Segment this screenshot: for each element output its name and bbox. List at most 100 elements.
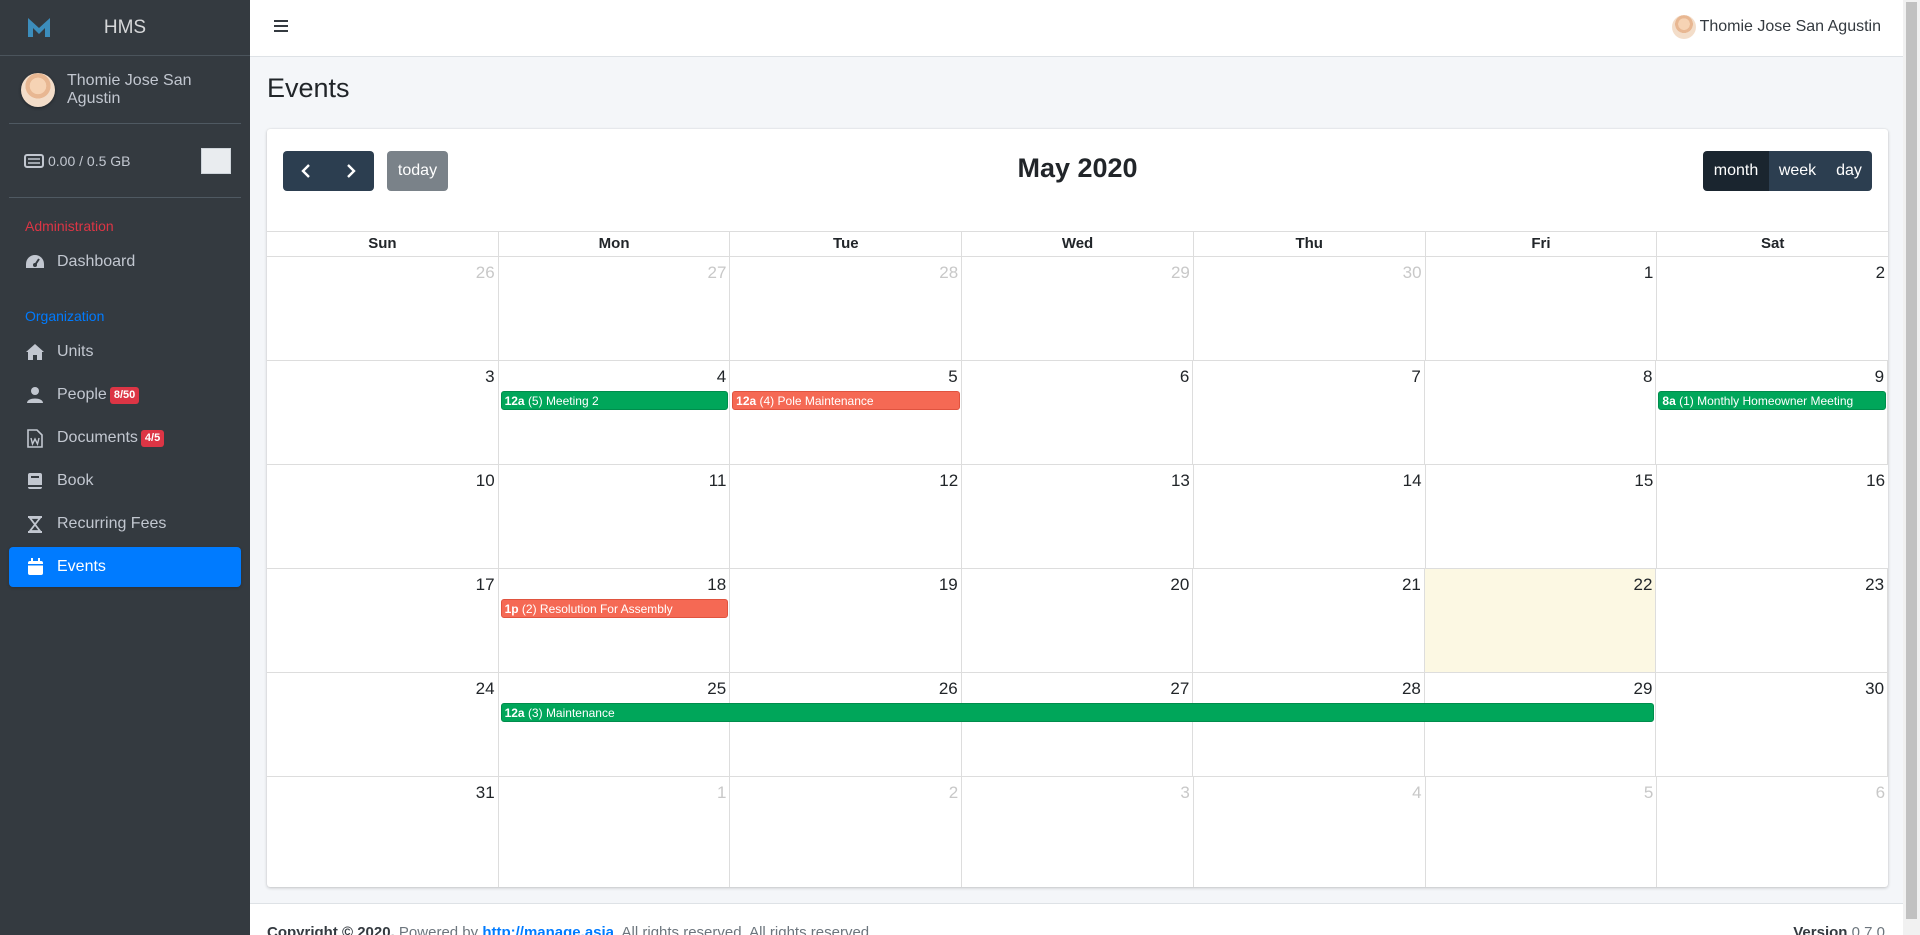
- footer-link[interactable]: http://manage.asia: [482, 924, 614, 935]
- day-cell[interactable]: 20: [962, 569, 1194, 672]
- weekday-header: Thu: [1194, 232, 1426, 256]
- day-cell[interactable]: 4: [1194, 777, 1426, 887]
- day-cell[interactable]: 27: [499, 257, 731, 360]
- today-button[interactable]: today: [387, 151, 448, 191]
- day-cell[interactable]: 30: [1194, 257, 1426, 360]
- rights-text: .: [614, 924, 622, 935]
- week-row: 10 11 12 13 14 15 16: [267, 465, 1888, 569]
- day-cell[interactable]: 15: [1426, 465, 1658, 568]
- day-cell[interactable]: 5: [730, 361, 962, 464]
- day-number: 16: [1866, 471, 1886, 490]
- sidebar-item-book[interactable]: Book: [9, 461, 241, 501]
- day-cell[interactable]: 28: [730, 257, 963, 360]
- hourglass-icon: [25, 514, 45, 534]
- day-cell[interactable]: 11: [499, 465, 731, 568]
- calendar-title: May 2020: [1017, 153, 1138, 183]
- hdd-icon: [24, 153, 44, 168]
- day-cell[interactable]: 6: [962, 361, 1194, 464]
- calendar-event[interactable]: 12a (5) Meeting 2: [500, 391, 729, 410]
- sidebar-item-label: People: [57, 386, 107, 403]
- day-number: 22: [1633, 575, 1653, 594]
- day-cell[interactable]: 25: [499, 673, 731, 776]
- day-cell[interactable]: 10: [267, 465, 499, 568]
- day-cell[interactable]: 27: [962, 673, 1194, 776]
- sidebar-item-dashboard[interactable]: Dashboard: [9, 242, 241, 282]
- calendar-event[interactable]: 12a (4) Pole Maintenance: [732, 391, 960, 410]
- view-day-button[interactable]: day: [1826, 151, 1872, 191]
- user-panel[interactable]: Thomie Jose San Agustin: [9, 56, 241, 124]
- day-cell[interactable]: 31: [267, 777, 499, 887]
- day-cell[interactable]: 26: [267, 257, 499, 360]
- event-title: (3) Maintenance: [527, 706, 615, 720]
- day-cell[interactable]: 23: [1656, 569, 1889, 672]
- day-cell[interactable]: 6: [1657, 777, 1888, 887]
- calendar-event[interactable]: 8a (1) Monthly Homeowner Meeting: [1658, 391, 1886, 410]
- event-title: (5) Meeting 2: [527, 394, 599, 408]
- next-month-button[interactable]: [329, 151, 375, 191]
- sidebar-item-label: Documents: [57, 429, 138, 446]
- day-cell[interactable]: 12: [730, 465, 963, 568]
- day-cell[interactable]: 14: [1194, 465, 1426, 568]
- event-time: 12a: [504, 394, 525, 408]
- day-number: 7: [1411, 367, 1421, 386]
- day-number: 26: [475, 263, 495, 282]
- day-cell[interactable]: 5: [1426, 777, 1658, 887]
- prev-month-button[interactable]: [283, 151, 329, 191]
- chevron-right-icon: [347, 164, 356, 178]
- day-cell[interactable]: 19: [730, 569, 962, 672]
- day-cell[interactable]: 16: [1657, 465, 1888, 568]
- day-cell[interactable]: 4: [499, 361, 731, 464]
- day-number: 17: [475, 575, 495, 594]
- view-month-button[interactable]: month: [1703, 151, 1769, 191]
- event-time: 12a: [504, 706, 525, 720]
- calendar-card: today May 2020 month week day Sun Mon Tu…: [267, 129, 1889, 887]
- sidebar-item-events[interactable]: Events: [9, 547, 241, 587]
- day-number: 3: [1180, 783, 1190, 802]
- day-cell[interactable]: 2: [1657, 257, 1888, 360]
- day-cell[interactable]: 3: [267, 361, 499, 464]
- day-number: 28: [939, 263, 959, 282]
- scrollbar-thumb[interactable]: [1906, 2, 1917, 919]
- day-cell[interactable]: 29: [962, 257, 1194, 360]
- page-scrollbar[interactable]: [1903, 0, 1920, 935]
- day-cell[interactable]: 24: [267, 673, 499, 776]
- sidebar-item-label: Book: [57, 472, 94, 489]
- week-row: 26 27 28 29 30 1 2: [267, 257, 1888, 361]
- top-user-menu[interactable]: Thomie Jose San Agustin: [1671, 15, 1881, 39]
- day-cell[interactable]: 21: [1193, 569, 1425, 672]
- day-cell[interactable]: 29: [1425, 673, 1657, 776]
- day-cell[interactable]: 28: [1193, 673, 1425, 776]
- sidebar: HMS Thomie Jose San Agustin 0.00 / 0.5 G…: [0, 0, 250, 935]
- sidebar-item-people[interactable]: People 8/50: [9, 375, 241, 415]
- brand[interactable]: HMS: [0, 0, 250, 56]
- day-number: 29: [1170, 263, 1190, 282]
- day-number: 2: [1875, 263, 1886, 282]
- day-cell[interactable]: 1: [499, 777, 731, 887]
- calendar-event[interactable]: 1p (2) Resolution For Assembly: [500, 599, 729, 618]
- day-cell[interactable]: 22: [1424, 569, 1657, 672]
- day-cell[interactable]: 17: [267, 569, 499, 672]
- day-cell[interactable]: 8: [1425, 361, 1657, 464]
- day-number: 12: [939, 471, 959, 490]
- menu-toggle-icon[interactable]: [274, 20, 288, 32]
- day-cell[interactable]: 26: [730, 673, 962, 776]
- day-cell[interactable]: 13: [962, 465, 1194, 568]
- copyright-text: Copyright © 2020.: [267, 924, 395, 935]
- sidebar-item-documents[interactable]: Documents 4/5: [9, 418, 241, 458]
- day-cell[interactable]: 3: [962, 777, 1194, 887]
- day-cell[interactable]: 18: [499, 569, 731, 672]
- day-cell[interactable]: 2: [730, 777, 963, 887]
- day-number: 25: [707, 679, 727, 698]
- sidebar-item-units[interactable]: Units: [9, 332, 241, 372]
- weekday-header: Wed: [962, 232, 1194, 256]
- day-number: 20: [1170, 575, 1190, 594]
- day-cell[interactable]: 7: [1193, 361, 1425, 464]
- day-number: 29: [1633, 679, 1653, 698]
- sidebar-item-recurring-fees[interactable]: Recurring Fees: [9, 504, 241, 544]
- calendar-event[interactable]: 12a (3) Maintenance: [500, 703, 1655, 722]
- day-cell[interactable]: 1: [1426, 257, 1658, 360]
- view-week-button[interactable]: week: [1769, 151, 1826, 191]
- day-cell[interactable]: 30: [1656, 673, 1889, 776]
- sidebar-user-name: Thomie Jose San Agustin: [67, 71, 192, 107]
- day-cell[interactable]: 9: [1656, 361, 1889, 464]
